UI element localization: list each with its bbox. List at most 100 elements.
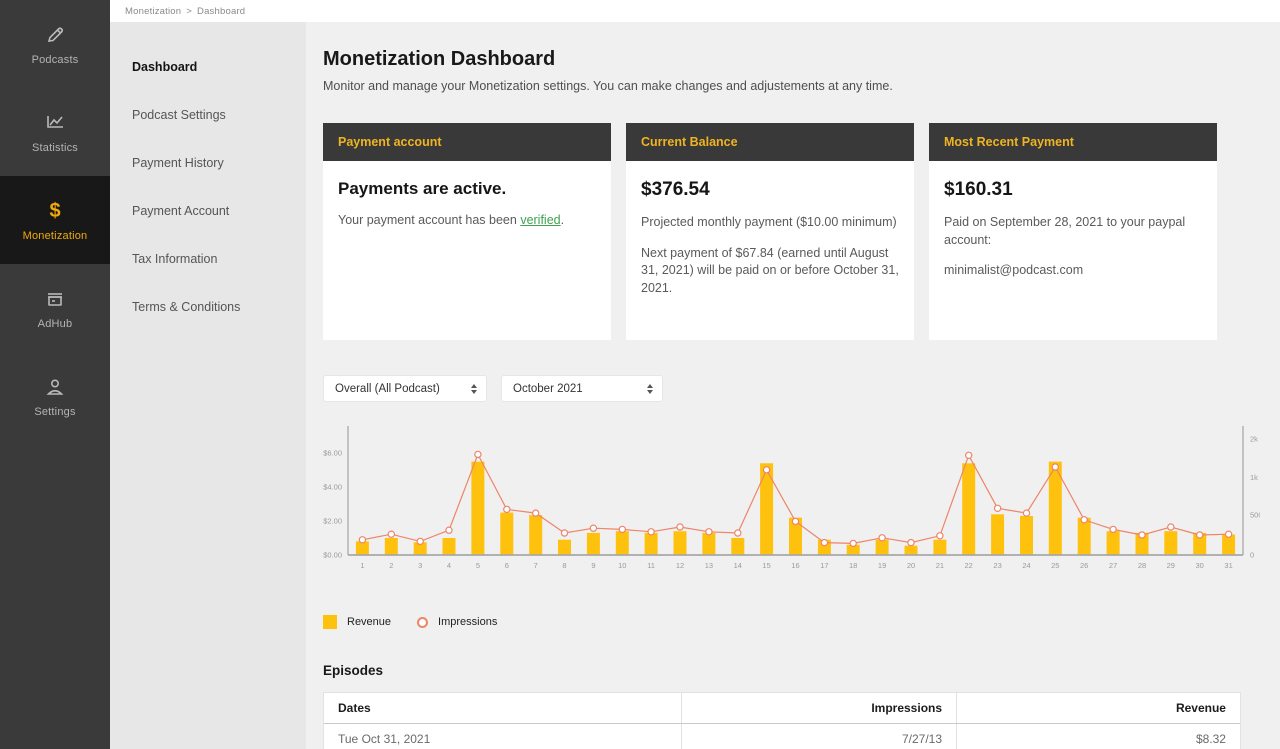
svg-text:$0.00: $0.00 bbox=[323, 551, 342, 560]
svg-text:4: 4 bbox=[447, 561, 451, 570]
svg-text:$4.00: $4.00 bbox=[323, 483, 342, 492]
payment-account-note: Your payment account has been verified. bbox=[338, 212, 596, 230]
svg-text:8: 8 bbox=[562, 561, 566, 570]
dollar-icon: $ bbox=[49, 199, 60, 223]
column-header-dates[interactable]: Dates bbox=[324, 693, 681, 723]
primary-sidebar: Podcasts Statistics $ Monetization bbox=[0, 0, 110, 749]
svg-text:3: 3 bbox=[418, 561, 422, 570]
svg-text:21: 21 bbox=[936, 561, 944, 570]
recent-payment-amount: $160.31 bbox=[944, 179, 1202, 201]
svg-text:9: 9 bbox=[591, 561, 595, 570]
svg-text:$6.00: $6.00 bbox=[323, 449, 342, 458]
svg-text:16: 16 bbox=[791, 561, 799, 570]
svg-text:2k: 2k bbox=[1250, 434, 1258, 443]
legend-revenue-label: Revenue bbox=[347, 616, 391, 628]
svg-text:5: 5 bbox=[476, 561, 480, 570]
page-subtitle: Monitor and manage your Monetization set… bbox=[323, 79, 1260, 93]
projected-payment-note: Projected monthly payment ($10.00 minimu… bbox=[641, 214, 899, 232]
svg-text:1: 1 bbox=[360, 561, 364, 570]
svg-text:$2.00: $2.00 bbox=[323, 517, 342, 526]
breadcrumb-separator: > bbox=[186, 6, 192, 17]
svg-text:26: 26 bbox=[1080, 561, 1088, 570]
most-recent-payment-card: Most Recent Payment $160.31 Paid on Sept… bbox=[929, 123, 1217, 340]
chart-filters: Overall (All Podcast) October 2021 bbox=[323, 375, 1260, 402]
sidebar-item-label: AdHub bbox=[38, 318, 73, 330]
chart-legend: Revenue Impressions bbox=[323, 615, 1260, 629]
next-payment-note: Next payment of $67.84 (earned until Aug… bbox=[641, 245, 899, 298]
impressions-ring-icon bbox=[417, 617, 428, 628]
sidebar-item-settings[interactable]: Settings bbox=[0, 352, 110, 440]
svg-text:10: 10 bbox=[618, 561, 626, 570]
svg-text:2: 2 bbox=[389, 561, 393, 570]
topbar: Monetization > Dashboard bbox=[110, 0, 1280, 22]
pencil-icon bbox=[45, 23, 65, 47]
line-chart-icon bbox=[44, 111, 66, 135]
svg-text:6: 6 bbox=[505, 561, 509, 570]
legend-impressions-label: Impressions bbox=[438, 616, 497, 628]
payment-account-card: Payment account Payments are active. You… bbox=[323, 123, 611, 340]
episode-impressions: 7/27/13 bbox=[681, 724, 956, 749]
app-window: Podcasts Statistics $ Monetization bbox=[0, 0, 1280, 749]
sidebar-item-label: Podcasts bbox=[32, 54, 79, 66]
svg-text:7: 7 bbox=[534, 561, 538, 570]
summary-cards: Payment account Payments are active. You… bbox=[323, 123, 1260, 340]
svg-text:14: 14 bbox=[734, 561, 742, 570]
sidebar-item-label: Settings bbox=[34, 406, 75, 418]
sidebar-item-label: Monetization bbox=[23, 230, 88, 242]
main-content: Monetization Dashboard Monitor and manag… bbox=[306, 22, 1280, 749]
sidebar-item-label: Statistics bbox=[32, 142, 78, 154]
revenue-impressions-chart[interactable]: $0.00$2.00$4.00$6.0005001k2k123456789101… bbox=[323, 422, 1260, 585]
svg-text:15: 15 bbox=[762, 561, 770, 570]
table-header-row: Dates Impressions Revenue bbox=[324, 693, 1240, 724]
svg-text:29: 29 bbox=[1167, 561, 1175, 570]
episodes-heading: Episodes bbox=[323, 663, 1260, 678]
svg-text:31: 31 bbox=[1224, 561, 1232, 570]
payment-status-text: Payments are active. bbox=[338, 179, 596, 199]
month-select[interactable]: October 2021 bbox=[501, 375, 663, 402]
sidebar-item-podcasts[interactable]: Podcasts bbox=[0, 0, 110, 88]
current-balance-card: Current Balance $376.54 Projected monthl… bbox=[626, 123, 914, 340]
svg-text:25: 25 bbox=[1051, 561, 1059, 570]
subnav-item-payment-account[interactable]: Payment Account bbox=[110, 204, 306, 221]
paypal-account-email: minimalist@podcast.com bbox=[944, 262, 1202, 280]
podcast-select-value: Overall (All Podcast) bbox=[335, 383, 440, 395]
svg-text:23: 23 bbox=[993, 561, 1001, 570]
podcast-select[interactable]: Overall (All Podcast) bbox=[323, 375, 487, 402]
sidebar-item-adhub[interactable]: AdHub bbox=[0, 264, 110, 352]
current-balance-amount: $376.54 bbox=[641, 179, 899, 201]
subnav-item-dashboard[interactable]: Dashboard bbox=[110, 60, 306, 77]
person-icon bbox=[45, 375, 65, 399]
card-header: Payment account bbox=[323, 123, 611, 161]
breadcrumb-page: Dashboard bbox=[197, 6, 245, 17]
column-header-revenue[interactable]: Revenue bbox=[956, 693, 1240, 723]
svg-text:12: 12 bbox=[676, 561, 684, 570]
subnav-item-terms-conditions[interactable]: Terms & Conditions bbox=[110, 300, 306, 317]
card-header: Most Recent Payment bbox=[929, 123, 1217, 161]
svg-text:18: 18 bbox=[849, 561, 857, 570]
svg-text:0: 0 bbox=[1250, 551, 1254, 560]
episode-revenue: $8.32 bbox=[956, 724, 1240, 749]
svg-text:11: 11 bbox=[647, 561, 655, 570]
select-arrows-icon bbox=[471, 384, 477, 394]
month-select-value: October 2021 bbox=[513, 383, 583, 395]
svg-text:22: 22 bbox=[965, 561, 973, 570]
svg-text:1k: 1k bbox=[1250, 473, 1258, 482]
svg-text:30: 30 bbox=[1196, 561, 1204, 570]
sidebar-item-monetization[interactable]: $ Monetization bbox=[0, 176, 110, 264]
svg-text:24: 24 bbox=[1022, 561, 1030, 570]
verified-link[interactable]: verified bbox=[520, 213, 560, 227]
subnav-item-tax-information[interactable]: Tax Information bbox=[110, 252, 306, 269]
sidebar-item-statistics[interactable]: Statistics bbox=[0, 88, 110, 176]
svg-text:17: 17 bbox=[820, 561, 828, 570]
table-row[interactable]: Tue Oct 31, 2021 7/27/13 $8.32 bbox=[324, 724, 1240, 749]
svg-text:20: 20 bbox=[907, 561, 915, 570]
svg-text:27: 27 bbox=[1109, 561, 1117, 570]
column-header-impressions[interactable]: Impressions bbox=[681, 693, 956, 723]
subnav-item-payment-history[interactable]: Payment History bbox=[110, 156, 306, 173]
svg-text:28: 28 bbox=[1138, 561, 1146, 570]
select-arrows-icon bbox=[647, 384, 653, 394]
breadcrumb-section[interactable]: Monetization bbox=[125, 6, 181, 17]
episodes-table: Dates Impressions Revenue Tue Oct 31, 20… bbox=[323, 692, 1241, 749]
subnav-item-podcast-settings[interactable]: Podcast Settings bbox=[110, 108, 306, 125]
breadcrumb: Monetization > Dashboard bbox=[125, 6, 245, 17]
